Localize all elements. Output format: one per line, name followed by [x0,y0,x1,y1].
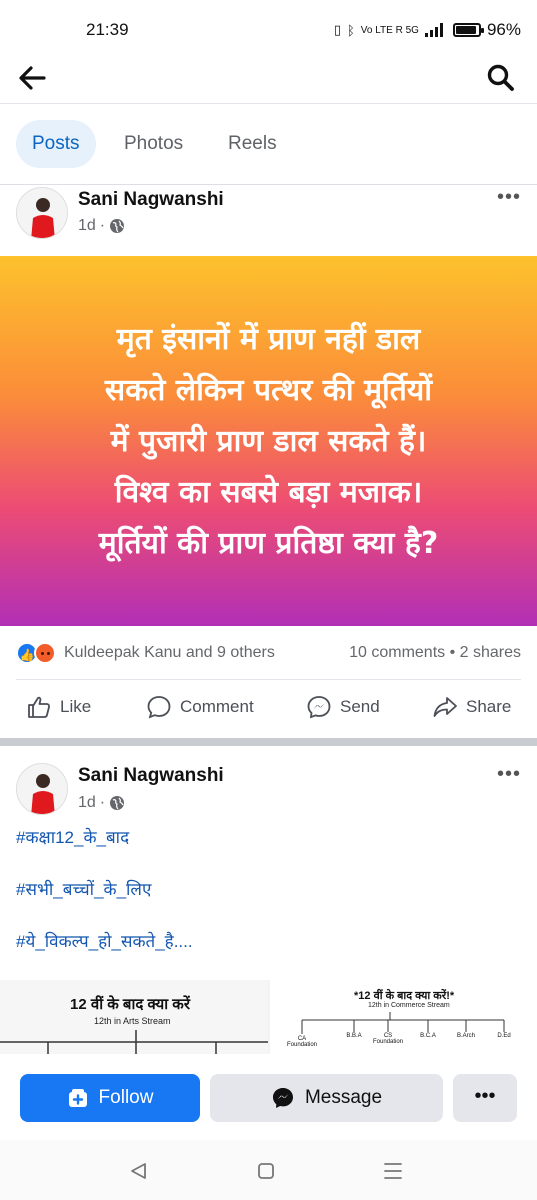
post-time: 1d [78,794,96,811]
system-navigation-bar [0,1140,537,1200]
battery-percent: 96% [486,20,521,39]
nav-recents-button[interactable] [378,1156,408,1186]
messenger-icon [307,696,331,719]
post-time: 1d [78,217,96,234]
preview-label: B.Arch [456,1033,475,1039]
preview-left-image: 12 वीं के बाद क्या करें 12th in Arts Str… [0,980,268,1054]
image-text-line: विश्व का सबसे बड़ा मजाक। [114,474,423,510]
tab-posts[interactable]: Posts [16,120,96,168]
share-button[interactable]: Share [432,694,511,720]
send-label: Send [340,697,380,716]
tab-reels[interactable]: Reels [212,120,293,168]
post-image[interactable]: मृत इंसानों में प्राण नहीं डाल सकते लेकि… [0,256,537,626]
comment-button[interactable]: Comment [146,694,254,720]
divider [16,679,521,680]
status-time: 21:39 [86,20,129,39]
image-text-line: मृत इंसानों में प्राण नहीं डाल [116,321,421,357]
person-avatar-icon [17,188,67,238]
divider [0,184,537,185]
post-image-text: मृत इंसानों में प्राण नहीं डाल सकते लेकि… [99,314,438,569]
vibrate-icon: ▯ [333,22,341,37]
profile-tabs: Posts Photos Reels [0,120,537,170]
image-text-line: मूर्तियों की प्राण प्रतिष्ठा क्या है? [98,525,439,561]
post-meta: 1d · [78,794,125,812]
search-button[interactable] [483,60,519,96]
avatar[interactable] [16,763,68,815]
avatar[interactable] [16,187,68,239]
post-more-button[interactable]: ••• [497,186,521,209]
preview-label: CS Foundation [372,1033,404,1045]
like-label: Like [60,697,92,716]
image-text-line: सकते लेकिन पत्थर की मूर्तियों [104,372,433,408]
bluetooth-icon: ᛒ [346,22,355,38]
share-icon [433,697,457,717]
search-icon [487,64,514,91]
tree-diagram [0,1030,268,1054]
nav-home-button[interactable] [251,1156,281,1186]
nav-back-button[interactable] [124,1156,154,1186]
globe-icon [110,796,125,810]
hashtag-link[interactable]: #ये_विकल्प_हो_सकते_है.... [16,930,193,982]
comments-shares[interactable]: 10 comments • 2 shares [349,644,521,662]
message-button[interactable]: Message [210,1074,443,1122]
post-meta: 1d · [78,217,125,235]
send-button[interactable]: Send [306,694,380,720]
share-label: Share [466,697,512,716]
reactions-row: 👍 Kuldeepak Kanu and 9 others 10 comment… [0,636,537,670]
post-hashtags: #कक्षा12_के_बाद #सभी_बच्चों_के_लिए #ये_व… [16,826,193,982]
like-button[interactable]: Like [26,694,91,720]
status-bar: 21:39 ▯ ᛒ Vo LTE R 5G 96% [0,0,537,58]
preview-label: D.Ed [497,1033,511,1039]
reactions-text[interactable]: Kuldeepak Kanu and 9 others [64,644,275,662]
preview-label: CA Foundation [286,1036,318,1048]
post-image-preview[interactable]: 12 वीं के बाद क्या करें 12th in Arts Str… [0,980,537,1054]
follow-label: Follow [98,1087,154,1108]
triangle-back-icon [131,1163,146,1179]
post-actions: Like Comment Send Share [0,686,537,730]
post-author[interactable]: Sani Nagwanshi [78,189,224,211]
add-friend-icon [68,1089,87,1107]
message-label: Message [304,1087,383,1108]
preview-label: B.C.A [420,1033,436,1039]
angry-reaction-icon [34,642,56,664]
globe-icon [110,219,125,233]
post-more-button[interactable]: ••• [497,763,521,786]
messenger-icon [272,1088,293,1108]
hashtag-link[interactable]: #कक्षा12_के_बाद [16,826,193,878]
arrow-left-icon [19,66,46,90]
top-bar [0,58,537,104]
reaction-icons[interactable]: 👍 [16,642,60,664]
profile-action-bar: Follow Message ••• [0,1066,537,1128]
thumbs-up-icon [28,696,50,718]
status-icons: ▯ ᛒ Vo LTE R 5G 96% [334,20,521,40]
comment-label: Comment [180,697,254,716]
preview-label: B.B.A [346,1033,362,1039]
tab-photos[interactable]: Photos [108,120,199,168]
preview-right-image: *12 वीं के बाद क्या करें!* 12th in Comme… [270,980,537,1054]
hashtag-link[interactable]: #सभी_बच्चों_के_लिए [16,878,193,930]
comment-icon [147,696,171,719]
square-home-icon [258,1163,274,1179]
post-author[interactable]: Sani Nagwanshi [78,765,224,787]
network-text: Vo LTE R 5G [360,24,419,36]
follow-button[interactable]: Follow [20,1074,200,1122]
post-separator [0,738,537,746]
battery-icon [452,23,484,37]
person-avatar-icon [17,764,67,814]
signal-icon [424,23,443,37]
more-options-button[interactable]: ••• [453,1074,517,1122]
image-text-line: में पुजारी प्राण डाल सकते हैं। [110,423,427,459]
back-button[interactable] [14,60,50,96]
menu-lines-icon [384,1163,402,1179]
